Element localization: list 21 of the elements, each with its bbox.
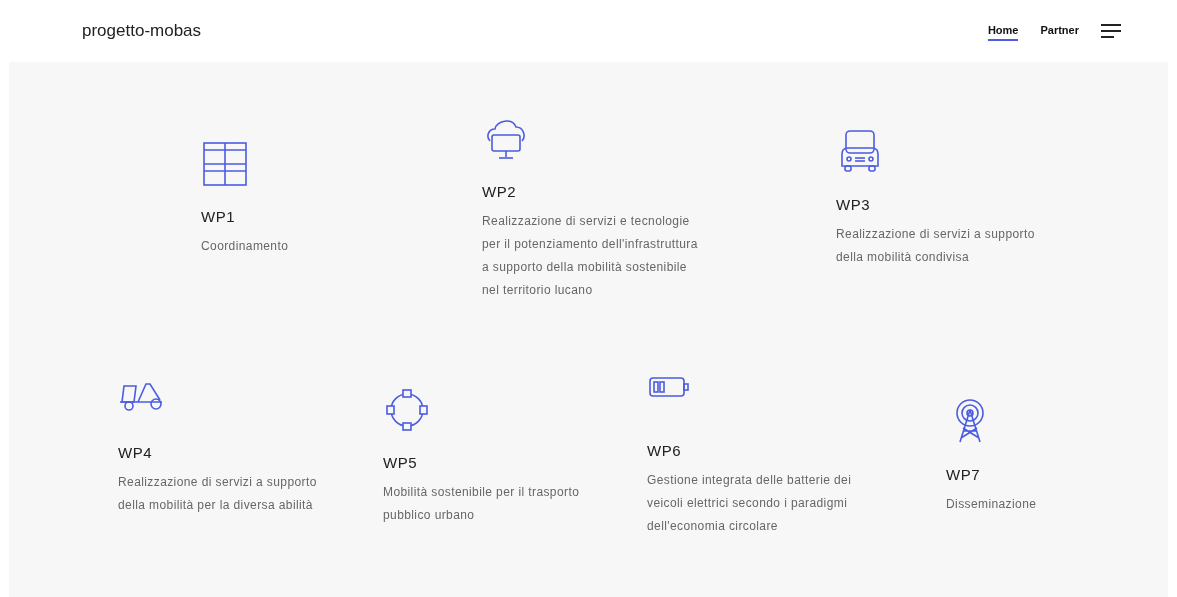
item-title: WP7 <box>946 466 981 483</box>
nav-link[interactable]: Home <box>987 21 1019 41</box>
item-description: Mobilità sostenibile per il trasporto pubblico urbano <box>383 484 581 524</box>
item-title: WP4 <box>118 444 153 461</box>
grid-icon <box>201 140 249 188</box>
item-description: Coordinamento <box>201 238 290 255</box>
item-description: Gestione integrata delle batterie dei veicoli elettrici secondo i paradigmi dell'economia circolare <box>647 472 853 535</box>
circle-nodes-icon <box>383 386 431 434</box>
item-title: WP5 <box>383 454 418 471</box>
menu-icon[interactable] <box>1101 23 1121 39</box>
item-description: Realizzazione di servizi a supporto della mobilità condivisa <box>836 226 1036 266</box>
item-description: Realizzazione di servizi a supporto della mobilità per la diversa abilità <box>118 474 318 514</box>
item-description: Disseminazione <box>946 496 1038 513</box>
item-title: WP2 <box>482 183 517 200</box>
item-title: WP1 <box>201 208 236 225</box>
item-title: WP3 <box>836 196 871 213</box>
site-title[interactable]: progetto-mobas <box>82 21 988 41</box>
item-description: Realizzazione di servizi e tecnologie per il potenziamento dell'infrastruttura a supporto della mobilità sostenibile nel territorio lucano <box>482 213 699 299</box>
battery-icon <box>647 374 691 400</box>
item-title: WP6 <box>647 442 682 459</box>
nav-link[interactable]: Partner <box>1040 21 1079 41</box>
